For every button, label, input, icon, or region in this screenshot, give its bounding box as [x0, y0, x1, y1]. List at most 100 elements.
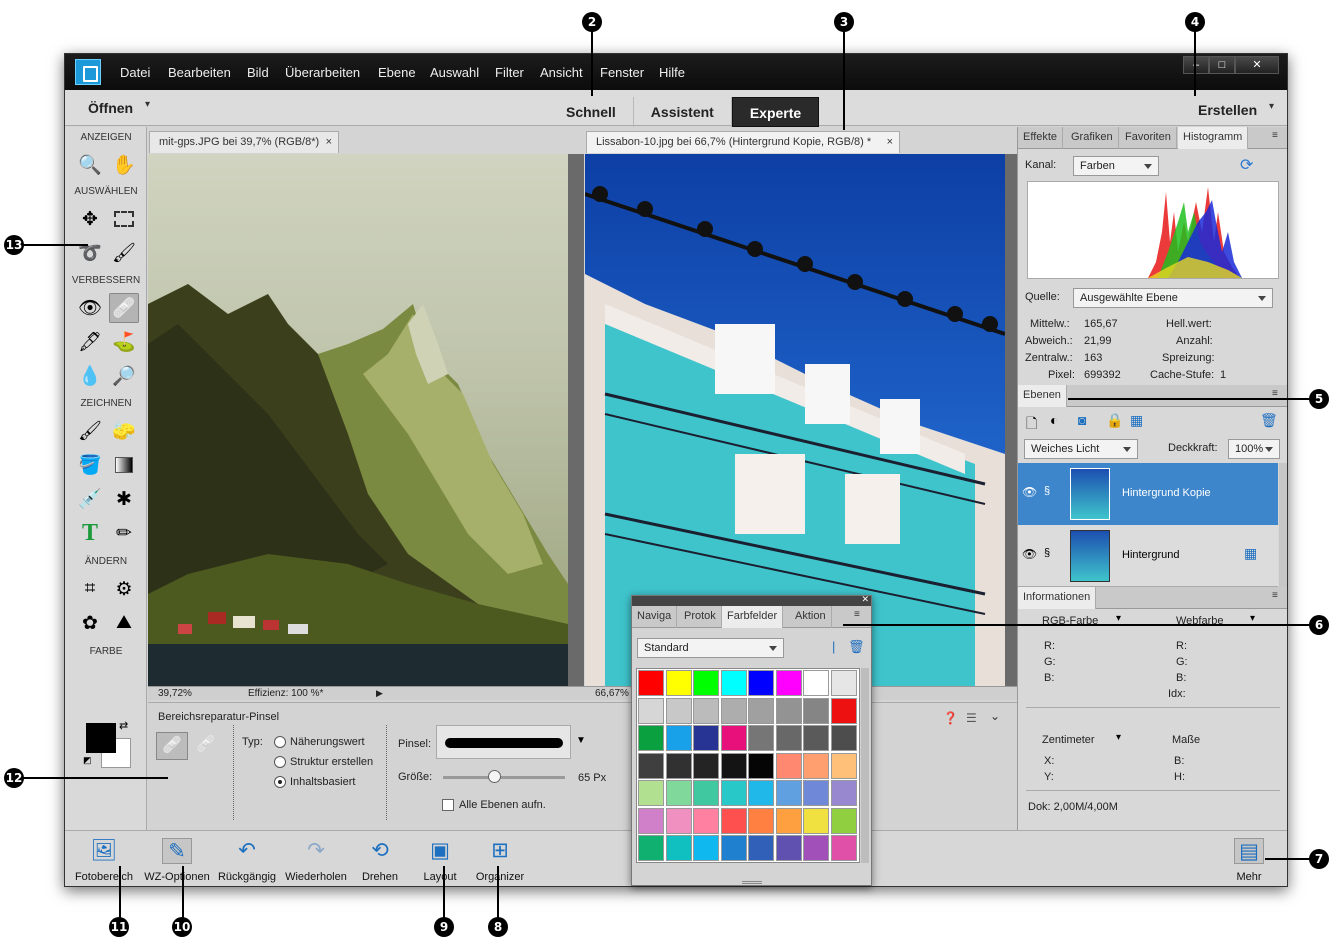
refresh-histogram-icon[interactable]: ⟳: [1240, 155, 1253, 175]
type-option-1[interactable]: Näherungswert: [290, 736, 365, 748]
custom-shape-icon[interactable]: ✱: [109, 484, 139, 514]
hand-tool-icon[interactable]: ✋: [109, 150, 139, 180]
tab-protokoll[interactable]: Protok: [679, 606, 722, 628]
straighten-tool-icon[interactable]: ⛰: [109, 608, 139, 638]
rgb-mode-dropdown-icon[interactable]: ▾: [1116, 613, 1121, 624]
tab-navigator[interactable]: Naviga: [632, 606, 678, 628]
layer-row-hintergrund[interactable]: 👁 § Hintergrund ▦: [1018, 525, 1278, 587]
color-swatch[interactable]: [748, 725, 774, 751]
lasso-tool-icon[interactable]: ➰: [75, 238, 105, 268]
panel-menu-icon[interactable]: ≡: [1272, 130, 1278, 141]
quick-selection-icon[interactable]: 🖌: [109, 238, 139, 268]
tab-grafiken[interactable]: Grafiken: [1066, 127, 1119, 149]
open-dropdown-icon[interactable]: ▾: [145, 99, 150, 110]
color-swatch[interactable]: [638, 670, 664, 696]
type-radio-3[interactable]: [274, 776, 286, 788]
color-swatch[interactable]: [775, 670, 802, 696]
status-menu-arrow-icon[interactable]: ▶: [376, 687, 383, 700]
color-swatch[interactable]: [720, 725, 747, 751]
color-swatch[interactable]: [803, 752, 829, 779]
color-swatch[interactable]: [775, 780, 802, 806]
red-eye-tool-icon[interactable]: 👁: [75, 293, 105, 323]
spot-healing-mode-icon[interactable]: 🩹: [156, 732, 188, 760]
menu-fenster[interactable]: Fenster: [600, 65, 644, 80]
smart-brush-icon[interactable]: 🖋: [75, 327, 105, 357]
menu-ueberarbeiten[interactable]: Überarbeiten: [285, 65, 360, 80]
content-aware-move-icon[interactable]: ✿: [75, 608, 105, 638]
color-swatch[interactable]: [830, 807, 857, 834]
visibility-eye-icon[interactable]: 👁: [1022, 485, 1037, 499]
menu-ansicht[interactable]: Ansicht: [540, 65, 583, 80]
spot-healing-brush-icon[interactable]: 🩹: [109, 293, 139, 323]
close-tab-2-icon[interactable]: ×: [887, 132, 893, 153]
marquee-tool-icon[interactable]: [109, 204, 139, 234]
redo-button[interactable]: ↷ Wiederholen: [281, 831, 351, 886]
organizer-button[interactable]: ⊞ Organizer: [470, 831, 530, 886]
color-swatch[interactable]: [748, 780, 774, 806]
floating-panel-titlebar[interactable]: ✕: [632, 596, 871, 606]
brush-tool-icon[interactable]: 🖌: [75, 416, 105, 446]
type-option-3[interactable]: Inhaltsbasiert: [290, 776, 355, 788]
all-layers-label[interactable]: Alle Ebenen aufn.: [459, 799, 546, 811]
minimize-button[interactable]: –: [1183, 56, 1209, 74]
color-swatch[interactable]: [748, 697, 774, 724]
color-swatch[interactable]: [665, 780, 692, 806]
tab-effekte[interactable]: Effekte: [1018, 127, 1064, 149]
color-swatch[interactable]: [720, 835, 747, 861]
color-swatch[interactable]: [638, 725, 664, 751]
color-swatch[interactable]: [830, 835, 857, 861]
brush-dropdown-icon[interactable]: ▼: [576, 735, 586, 746]
color-swatch[interactable]: [638, 752, 664, 779]
clone-stamp-icon[interactable]: ⛳: [109, 327, 139, 357]
canvas-2-vscroll[interactable]: [1005, 154, 1017, 686]
color-swatch[interactable]: [748, 807, 774, 834]
all-layers-checkbox[interactable]: [442, 799, 454, 811]
doc-tab-1[interactable]: mit-gps.JPG bei 39,7% (RGB/8*) ×: [149, 131, 339, 153]
layer-link-icon[interactable]: §: [1044, 485, 1050, 497]
close-window-button[interactable]: ✕: [1235, 56, 1279, 74]
color-swatch[interactable]: [693, 725, 719, 751]
rotate-button[interactable]: ⟲ Drehen: [353, 831, 407, 886]
unit-dropdown-icon[interactable]: ▾: [1116, 732, 1121, 743]
color-swatch[interactable]: [803, 807, 829, 834]
text-tool-icon[interactable]: T: [75, 518, 105, 548]
color-swatch[interactable]: [720, 780, 747, 806]
doc-tab-2[interactable]: Lissabon-10.jpg bei 66,7% (Hintergrund K…: [586, 131, 900, 153]
color-swatch[interactable]: [830, 697, 857, 724]
color-swatch[interactable]: [748, 835, 774, 861]
fotobereich-button[interactable]: 🖼 Fotobereich: [69, 831, 139, 886]
info-menu-icon[interactable]: ≡: [1272, 590, 1278, 601]
tab-farbfelder[interactable]: Farbfelder: [722, 606, 784, 628]
kanal-select[interactable]: Farben: [1073, 156, 1159, 176]
zoom-tool-icon[interactable]: 🔍: [75, 150, 105, 180]
color-swatch[interactable]: [665, 807, 692, 834]
layer-mask-icon[interactable]: ◙: [1078, 412, 1086, 428]
new-layer-icon[interactable]: 🗋: [1026, 413, 1037, 437]
type-option-2[interactable]: Struktur erstellen: [290, 756, 373, 768]
move-tool-icon[interactable]: ✥: [75, 204, 105, 234]
color-swatch[interactable]: [638, 807, 664, 834]
pencil-tool-icon[interactable]: ✏: [109, 518, 139, 548]
color-swatch[interactable]: [665, 835, 692, 861]
color-swatch[interactable]: [748, 670, 774, 696]
layer-name-1[interactable]: Hintergrund Kopie: [1122, 487, 1211, 499]
color-swatch[interactable]: [665, 670, 692, 696]
color-swatch[interactable]: [638, 780, 664, 806]
layer-row-hintergrund-kopie[interactable]: 👁 § Hintergrund Kopie: [1018, 463, 1278, 525]
swatch-preset-select[interactable]: Standard: [637, 638, 784, 658]
tab-aktionen[interactable]: Aktion: [790, 606, 832, 628]
menu-auswahl[interactable]: Auswahl: [430, 65, 479, 80]
collapse-options-icon[interactable]: ⌄: [990, 709, 1000, 723]
opacity-input[interactable]: 100%: [1228, 439, 1280, 459]
color-swatch[interactable]: [803, 697, 829, 724]
menu-bild[interactable]: Bild: [247, 65, 269, 80]
sponge-tool-icon[interactable]: 🔎: [109, 361, 139, 391]
color-swatch[interactable]: [693, 752, 719, 779]
color-swatch[interactable]: [693, 835, 719, 861]
delete-swatch-icon[interactable]: 🗑: [848, 639, 865, 655]
web-mode-dropdown-icon[interactable]: ▾: [1250, 613, 1255, 624]
mode-experte[interactable]: Experte: [731, 97, 820, 127]
tab-ebenen[interactable]: Ebenen: [1018, 385, 1067, 407]
panel-resize-grip[interactable]: [742, 881, 762, 884]
layer-name-2[interactable]: Hintergrund: [1122, 549, 1179, 561]
